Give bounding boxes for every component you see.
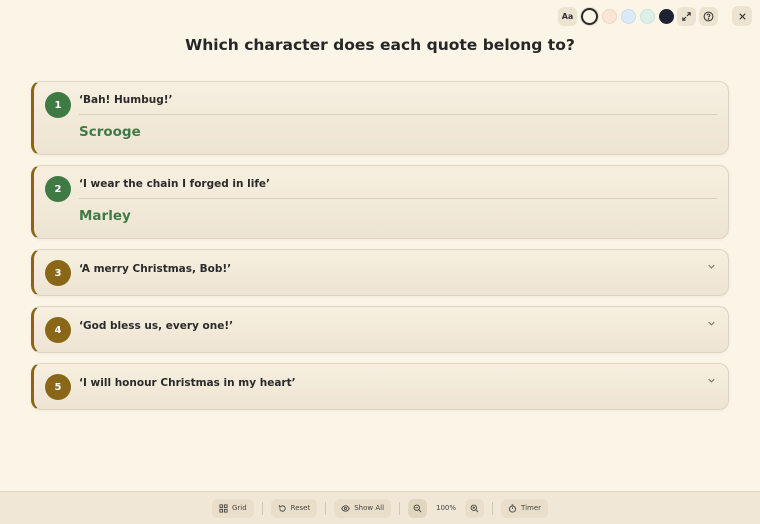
- quote-answer: Marley: [79, 208, 131, 224]
- quote-card-5[interactable]: 5 ‘I will honour Christmas in my heart’: [31, 363, 729, 410]
- help-button[interactable]: [699, 6, 718, 26]
- quote-number-badge: 2: [45, 176, 71, 202]
- quote-text: ‘I will honour Christmas in my heart’: [79, 377, 296, 389]
- toolbar-divider: [261, 501, 263, 515]
- quote-card-1[interactable]: 1 ‘Bah! Humbug!’ Scrooge: [31, 81, 729, 155]
- quote-divider: [79, 198, 717, 199]
- quiz-page: Aa Which character does each quote belon…: [0, 0, 760, 524]
- zoom-in-button[interactable]: [465, 498, 485, 518]
- toolbar-divider: [399, 501, 401, 515]
- reset-button[interactable]: Reset: [270, 498, 318, 518]
- quote-number-badge: 3: [45, 260, 71, 286]
- quote-answer: Scrooge: [79, 124, 141, 140]
- page-title: Which character does each quote belong t…: [185, 36, 575, 54]
- quote-list: 1 ‘Bah! Humbug!’ Scrooge 2 ‘I wear the c…: [31, 81, 729, 420]
- reset-icon: [278, 504, 286, 512]
- chevron-down-icon[interactable]: [706, 318, 717, 329]
- quote-number-badge: 4: [45, 317, 71, 343]
- chevron-down-icon[interactable]: [706, 375, 717, 386]
- quote-number-badge: 1: [45, 92, 71, 118]
- grid-button[interactable]: Grid: [211, 498, 254, 518]
- quote-number-badge: 5: [45, 374, 71, 400]
- zoom-out-icon: [413, 504, 422, 512]
- quote-text: ‘A merry Christmas, Bob!’: [79, 263, 232, 275]
- theme-swatch-mint[interactable]: [640, 8, 655, 24]
- theme-swatch-dark[interactable]: [659, 8, 674, 24]
- chevron-down-icon[interactable]: [706, 261, 717, 272]
- bottom-toolbar: Grid Reset Show All 100% Timer: [0, 491, 760, 524]
- theme-swatch-peach[interactable]: [602, 8, 617, 24]
- zoom-out-button[interactable]: [408, 498, 428, 518]
- quote-text: ‘God bless us, every one!’: [79, 320, 234, 332]
- eye-icon: [341, 504, 351, 512]
- close-icon: [738, 12, 746, 20]
- expand-icon: [682, 11, 691, 21]
- quote-divider: [79, 114, 717, 115]
- timer-icon: [509, 503, 517, 513]
- quote-text: ‘Bah! Humbug!’: [79, 94, 173, 106]
- font-size-button[interactable]: Aa: [558, 6, 577, 26]
- expand-button[interactable]: [677, 6, 696, 26]
- toolbar-divider: [492, 501, 494, 515]
- font-size-label: Aa: [561, 11, 574, 21]
- timer-button[interactable]: Timer: [501, 498, 549, 518]
- help-icon: [703, 11, 714, 21]
- reset-label: Reset: [290, 504, 311, 512]
- theme-swatch-cream[interactable]: [581, 7, 598, 25]
- close-button[interactable]: [732, 6, 752, 26]
- quote-card-4[interactable]: 4 ‘God bless us, every one!’: [31, 306, 729, 353]
- show-all-button[interactable]: Show All: [334, 498, 392, 518]
- quote-card-2[interactable]: 2 ‘I wear the chain I forged in life’ Ma…: [31, 165, 729, 239]
- zoom-in-icon: [470, 504, 479, 512]
- top-toolbar: Aa: [555, 6, 752, 26]
- toolbar-divider: [325, 501, 327, 515]
- quote-card-3[interactable]: 3 ‘A merry Christmas, Bob!’: [31, 249, 729, 296]
- theme-swatch-blue[interactable]: [621, 8, 636, 24]
- quote-text: ‘I wear the chain I forged in life’: [79, 178, 271, 190]
- grid-label: Grid: [231, 504, 247, 512]
- timer-label: Timer: [521, 504, 542, 512]
- grid-icon: [219, 503, 228, 513]
- zoom-level: 100%: [436, 504, 457, 512]
- show-all-label: Show All: [354, 504, 385, 512]
